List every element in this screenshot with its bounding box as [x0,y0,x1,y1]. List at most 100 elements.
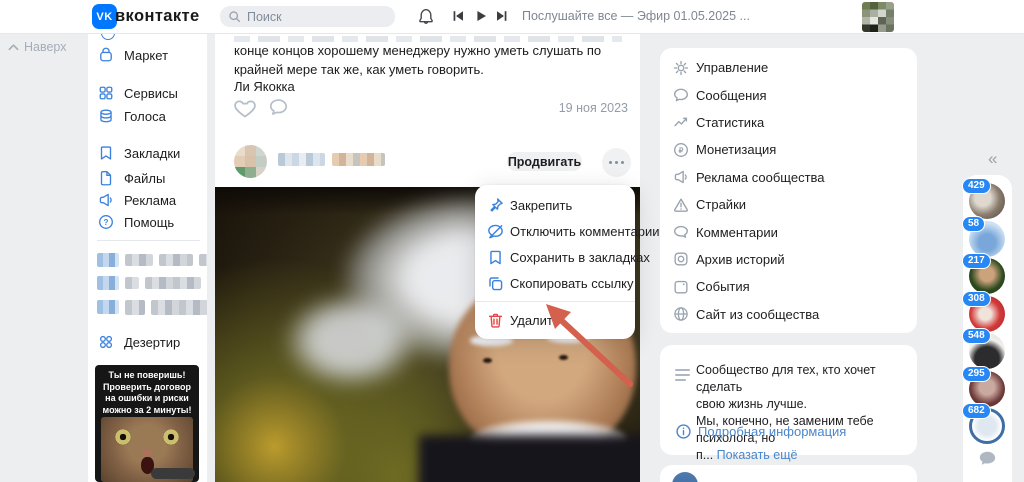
avatar-mosaic [862,2,894,32]
blurred-menu-item [97,276,201,290]
brand-wordmark: вконтакте [115,7,200,25]
admin-item-messages[interactable]: Сообщения [660,81,917,108]
trash-icon [486,311,505,330]
sidebar-item-bookmarks[interactable]: Закладки [88,142,207,164]
admin-item-community-ads[interactable]: Реклама сообщества [660,164,917,191]
unread-badge: 548 [962,328,991,344]
topbar: VK вконтакте Послушайте все — Эфир 01.05… [0,0,1024,33]
rail-chat-avatar[interactable]: 295 [962,366,1005,407]
unread-badge: 58 [962,216,986,232]
blurred-author-name [332,153,385,166]
like-heart-icon[interactable] [233,97,257,119]
player-track-title[interactable]: Послушайте все — Эфир 01.05.2025 ... [522,9,750,23]
profile-avatar-blurred[interactable] [862,2,894,32]
menu-item-copy-link[interactable]: Скопировать ссылку [475,270,635,296]
messenger-bubble-icon[interactable] [979,451,996,466]
ad-banner[interactable]: Ты не поверишь! Проверить договор на оши… [95,365,199,482]
admin-item-comments[interactable]: Комментарии [660,218,917,245]
menu-item-disable-comments[interactable]: Отключить комментарии [475,218,659,244]
gear-icon [672,59,690,77]
post-author-avatar-blurred[interactable] [234,145,267,178]
vk-logo-text: VK [96,10,113,23]
unread-badge: 217 [962,253,991,269]
admin-item-events[interactable]: События [660,273,917,300]
admin-item-label: Реклама сообщества [696,169,825,185]
sidebar-item-services[interactable]: Сервисы [88,82,207,104]
sidebar-item-ads[interactable]: Реклама [88,189,207,211]
sidebar-item-voices[interactable]: Голоса [88,105,207,127]
megaphone-icon [672,168,690,186]
search-input[interactable] [247,9,377,24]
admin-item-stories-archive[interactable]: Архив историй [660,246,917,273]
show-more-link[interactable]: Показать ещё [717,448,798,462]
sidebar-item-files[interactable]: Файлы [88,167,207,189]
left-sidebar: Маркет Сервисы Голоса Закладки Файлы Рек… [88,33,207,482]
notifications-bell-icon[interactable] [417,7,435,25]
blurred-menu-item [97,299,207,315]
sidebar-item-label: Маркет [124,47,169,63]
sidebar-item-help[interactable]: ? Помощь [88,211,207,233]
menu-item-save-bookmark[interactable]: Сохранить в закладках [475,244,650,270]
description-lines-icon [675,369,691,384]
chart-line-icon [672,113,690,131]
chat-bubble-icon [672,86,690,104]
avatar [672,472,698,482]
community-admin-menu: Управление Сообщения Статистика ₽ Монети… [660,48,917,333]
blurred-author-name [278,153,325,166]
detailed-info-link[interactable]: Подробная информация [675,423,846,440]
bookmark-icon [486,248,505,267]
rail-chat-avatar[interactable]: 429 [962,178,1005,219]
search-icon [228,10,241,23]
collapse-chevron-icon[interactable]: « [988,149,997,169]
bookmark-icon [97,144,115,162]
blurred-menu-item [97,253,207,267]
description-tail: п... [696,448,717,462]
player-next-icon[interactable] [496,10,508,22]
rail-chat-avatar[interactable]: 308 [962,291,1005,332]
sidebar-item-label: Реклама [124,192,177,208]
coins-icon [97,107,115,125]
admin-item-strikes[interactable]: Страйки [660,191,917,218]
admin-item-label: Комментарии [696,224,778,240]
cut-off-menu-icon [101,33,115,40]
search-box[interactable] [220,6,395,27]
apps-grid-icon [97,333,115,351]
admin-item-label: Архив историй [696,251,785,267]
vk-app: VK вконтакте Послушайте все — Эфир 01.05… [0,0,1024,482]
rail-chat-avatar[interactable]: 217 [962,253,1005,294]
player-previous-icon[interactable] [452,10,464,22]
sidebar-item-market[interactable]: Маркет [88,44,207,66]
sidebar-item-label: Голоса [124,108,166,124]
promote-button[interactable]: Продвигать [507,152,582,171]
rail-chat-avatar[interactable]: 548 [962,328,1005,369]
pin-icon [486,196,505,215]
community-description: Сообщество для тех, кто хочет сделать св… [696,363,876,462]
messages-rail: 429 58 217 308 548 295 682 [962,175,1012,482]
menu-item-label: Закрепить [510,197,573,213]
admin-item-monetization[interactable]: ₽ Монетизация [660,136,917,163]
back-to-top[interactable]: Наверх [8,40,67,54]
comment-off-icon [486,222,505,241]
svg-text:?: ? [104,218,109,227]
post-date: 19 ноя 2023 [558,101,628,115]
rail-chat-avatar[interactable]: 682 [962,403,1005,444]
admin-item-statistics[interactable]: Статистика [660,109,917,136]
post-more-button[interactable] [602,148,631,177]
ruble-circle-icon: ₽ [672,141,690,159]
player-play-icon[interactable] [475,10,487,22]
admin-item-manage[interactable]: Управление [660,54,917,81]
globe-icon [672,305,690,323]
chevron-up-icon [8,42,19,53]
vk-logo[interactable]: VK [92,4,117,29]
calendar-icon [672,278,690,296]
admin-item-community-site[interactable]: Сайт из сообщества [660,301,917,328]
story-circle-icon [672,250,690,268]
rail-chat-avatar[interactable]: 58 [962,216,1005,257]
sidebar-item-app-desertir[interactable]: Дезертир [88,331,207,353]
unread-badge: 295 [962,366,991,382]
comment-icon[interactable] [268,97,289,118]
menu-item-pin[interactable]: Закрепить [475,192,635,218]
detailed-info-label: Подробная информация [698,424,847,439]
avatar-mosaic [234,145,267,178]
ad-button[interactable] [151,468,195,479]
